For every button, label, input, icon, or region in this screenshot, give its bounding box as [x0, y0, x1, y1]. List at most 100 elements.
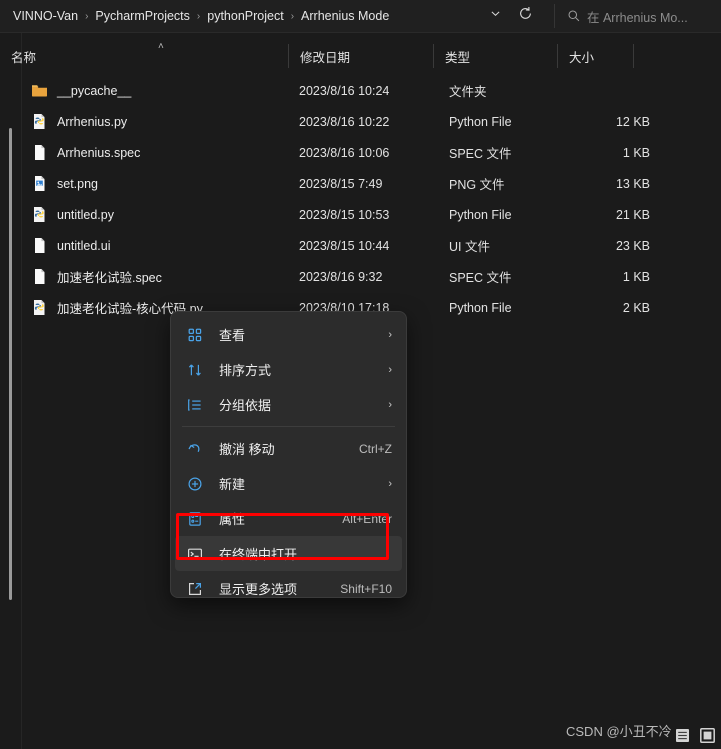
file-date-cell: 2023/8/15 10:44 [299, 238, 390, 253]
submenu-chevron-icon: › [388, 398, 392, 411]
column-header-size-label: 大小 [569, 50, 595, 65]
file-type-cell: Python File [449, 114, 512, 129]
menu-item-label: 在终端中打开 [219, 547, 298, 562]
file-size-cell: 1 KB [622, 145, 650, 160]
view-mode-toggle-group [673, 726, 717, 745]
column-headers: 名称 修改日期 类型 大小 [0, 41, 721, 71]
refresh-button[interactable] [510, 2, 540, 30]
breadcrumb-separator: › [290, 10, 295, 22]
plus-circle-icon [185, 474, 205, 494]
menu-item-label: 显示更多选项 [219, 582, 298, 597]
submenu-chevron-icon: › [388, 477, 392, 490]
table-row[interactable]: Arrhenius.py 2023/8/16 10:22 Python File… [0, 106, 721, 137]
table-row[interactable]: set.png 2023/8/15 7:49 PNG 文件 13 KB [0, 168, 721, 199]
undo-icon [185, 439, 205, 459]
search-icon [567, 9, 581, 23]
file-name-text: 加速老化试验.spec [57, 271, 162, 285]
details-view-icon[interactable] [673, 726, 692, 745]
file-date-cell: 2023/8/16 10:24 [299, 83, 390, 98]
search-input[interactable]: 在 Arrhenius Mo... [561, 2, 717, 30]
menu-item-view[interactable]: 查看 › [175, 317, 402, 352]
menu-item-label: 新建 [219, 477, 246, 492]
file-size-cell: 13 KB [615, 176, 650, 191]
folder-icon [31, 82, 48, 99]
file-name-text: __pycache__ [57, 83, 132, 98]
blank-file-icon [31, 237, 48, 254]
vertical-scrollbar[interactable] [8, 122, 14, 607]
file-date-cell: 2023/8/16 9:32 [299, 269, 383, 284]
sort-ascending-indicator: ˄ [158, 41, 164, 52]
menu-item-show-more-options[interactable]: 显示更多选项 Shift+F10 [175, 571, 402, 597]
file-type-cell: 文件夹 [449, 85, 487, 99]
column-header-date[interactable]: 修改日期 [289, 41, 434, 71]
file-name-cell: untitled.ui [31, 237, 299, 254]
file-size-cell: 1 KB [622, 269, 650, 284]
address-history-dropdown-button[interactable] [480, 2, 510, 30]
file-name-text: untitled.ui [57, 238, 111, 253]
breadcrumb-item-1[interactable]: PycharmProjects [90, 6, 194, 26]
breadcrumb-separator: › [85, 10, 89, 22]
column-header-size[interactable]: 大小 [558, 41, 634, 71]
file-name-cell: 加速老化试验.spec [31, 267, 299, 286]
menu-item-label: 查看 [219, 328, 246, 343]
file-name-cell: set.png [31, 175, 299, 192]
context-menu: 查看 › 排序方式 › 分组依据 › 撤消 移动 Ctrl+Z 新建 › 属性 … [170, 311, 407, 598]
file-name-text: Arrhenius.spec [57, 145, 141, 160]
file-type-cell: Python File [449, 207, 512, 222]
menu-item-sort-by[interactable]: 排序方式 › [175, 352, 402, 387]
file-explorer-window: VINNO-Van › PycharmProjects › pythonProj… [0, 0, 721, 749]
view-grid-icon [185, 325, 205, 345]
table-row[interactable]: Arrhenius.spec 2023/8/16 10:06 SPEC 文件 1… [0, 137, 721, 168]
image-file-icon [31, 175, 48, 192]
breadcrumb-item-0[interactable]: VINNO-Van [8, 6, 83, 26]
column-header-type[interactable]: 类型 [434, 41, 558, 71]
file-size-cell: 23 KB [615, 238, 650, 253]
terminal-icon [185, 544, 205, 564]
breadcrumb-item-2[interactable]: pythonProject [202, 6, 288, 26]
file-name-cell: __pycache__ [31, 82, 299, 99]
large-icons-view-icon[interactable] [698, 726, 717, 745]
watermark-text: CSDN @小丑不冷 [566, 724, 672, 739]
scrollbar-thumb[interactable] [9, 128, 12, 600]
file-type-cell: PNG 文件 [449, 178, 505, 192]
file-name-text: set.png [57, 176, 99, 191]
file-date-cell: 2023/8/15 7:49 [299, 176, 383, 191]
menu-item-label: 排序方式 [219, 363, 272, 378]
menu-item-properties[interactable]: 属性 Alt+Enter [175, 501, 402, 536]
file-date-cell: 2023/8/16 10:22 [299, 114, 390, 129]
table-row[interactable]: __pycache__ 2023/8/16 10:24 文件夹 [0, 75, 721, 106]
refresh-icon [518, 6, 533, 26]
menu-item-open-in-terminal[interactable]: 在终端中打开 [175, 536, 402, 571]
table-row[interactable]: untitled.ui 2023/8/15 10:44 UI 文件 23 KB [0, 230, 721, 261]
file-name-cell: untitled.py [31, 206, 299, 223]
column-header-name[interactable]: 名称 [0, 41, 289, 71]
file-date-cell: 2023/8/16 10:06 [299, 145, 390, 160]
toolbar-divider [554, 4, 555, 28]
breadcrumb-separator: › [196, 10, 201, 22]
submenu-chevron-icon: › [388, 363, 392, 376]
file-type-cell: SPEC 文件 [449, 147, 512, 161]
file-size-cell: 2 KB [622, 300, 650, 315]
address-bar: VINNO-Van › PycharmProjects › pythonProj… [0, 0, 721, 33]
column-header-type-label: 类型 [445, 50, 471, 65]
file-name-cell: Arrhenius.spec [31, 144, 299, 161]
menu-item-label: 撤消 移动 [219, 442, 275, 457]
search-placeholder: 在 Arrhenius Mo... [587, 10, 688, 25]
file-name-text: untitled.py [57, 207, 114, 222]
chevron-down-icon [489, 7, 502, 25]
column-header-date-label: 修改日期 [300, 50, 351, 65]
menu-separator [182, 426, 395, 427]
breadcrumb-item-3[interactable]: Arrhenius Mode [296, 6, 394, 26]
group-by-icon [185, 395, 205, 415]
file-name-text: Arrhenius.py [57, 114, 128, 129]
python-file-icon [31, 206, 48, 223]
python-file-icon [31, 113, 48, 130]
table-row[interactable]: 加速老化试验.spec 2023/8/16 9:32 SPEC 文件 1 KB [0, 261, 721, 292]
properties-icon [185, 509, 205, 529]
menu-item-group-by[interactable]: 分组依据 › [175, 387, 402, 422]
menu-item-new[interactable]: 新建 › [175, 466, 402, 501]
menu-item-undo-move[interactable]: 撤消 移动 Ctrl+Z [175, 431, 402, 466]
file-type-cell: UI 文件 [449, 240, 490, 254]
table-row[interactable]: untitled.py 2023/8/15 10:53 Python File … [0, 199, 721, 230]
column-header-name-label: 名称 [11, 50, 37, 65]
